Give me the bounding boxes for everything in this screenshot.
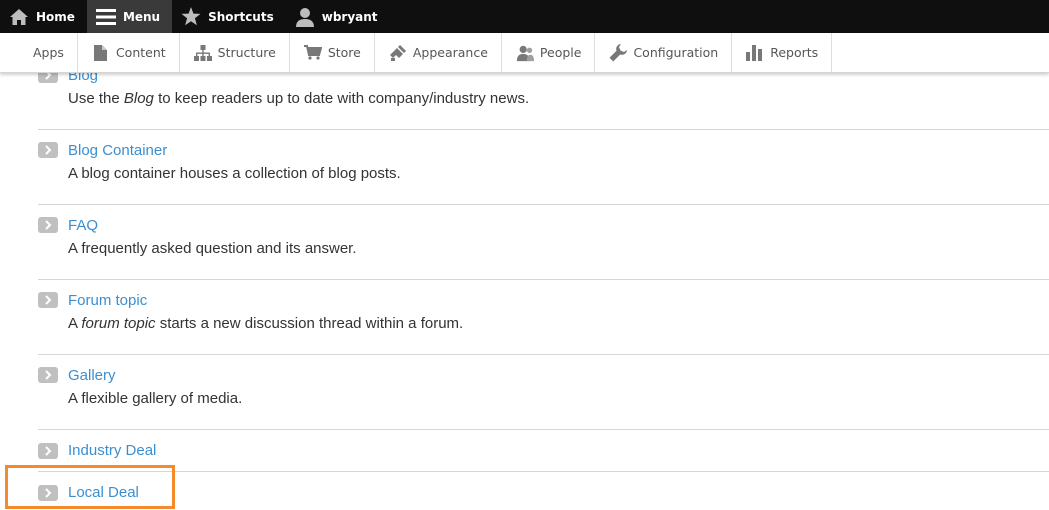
content-type-link[interactable]: Blog Container: [68, 142, 167, 159]
chevron-right-icon[interactable]: [38, 217, 58, 233]
tray-item-label: Structure: [217, 45, 276, 60]
list-item: Gallery A flexible gallery of media.: [38, 355, 1049, 430]
toolbar-menu[interactable]: Menu: [86, 0, 173, 33]
content-type-link[interactable]: Industry Deal: [68, 442, 156, 459]
content-type-description: A frequently asked question and its answ…: [68, 240, 357, 257]
tray-item-label: People: [539, 45, 582, 60]
toolbar-shortcuts[interactable]: Shortcuts: [172, 0, 286, 33]
content-type-description: A flexible gallery of media.: [68, 390, 243, 407]
tray-item-structure[interactable]: Structure: [180, 33, 290, 72]
content-type-link[interactable]: Blog: [68, 73, 98, 84]
content-type-description: A forum topic starts a new discussion th…: [68, 315, 464, 332]
sitemap-icon: [193, 44, 212, 62]
tray-item-label: Appearance: [412, 45, 488, 60]
tray-item-store[interactable]: Store: [290, 33, 375, 72]
admin-tray: Apps Content Structure Store Appearance …: [0, 33, 1049, 73]
chevron-right-icon[interactable]: [38, 442, 58, 459]
chevron-right-icon[interactable]: [38, 142, 58, 158]
star-icon: [180, 6, 202, 28]
toolbar-home-label: Home: [36, 9, 75, 24]
list-item: Blog Use the Blog to keep readers up to …: [38, 73, 1049, 130]
wrench-icon: [609, 43, 628, 62]
chevron-right-icon[interactable]: [38, 292, 58, 308]
tray-item-people[interactable]: People: [502, 33, 596, 72]
tray-item-appearance[interactable]: Appearance: [375, 33, 502, 72]
content-type-list-region: Blog Use the Blog to keep readers up to …: [0, 73, 1049, 510]
tray-item-label: Configuration: [633, 45, 719, 60]
content-type-link[interactable]: Gallery: [68, 367, 116, 384]
home-icon: [8, 6, 30, 28]
tray-item-label: Reports: [770, 45, 819, 60]
content-type-list: Blog Use the Blog to keep readers up to …: [38, 73, 1049, 510]
cart-icon: [303, 44, 322, 62]
content-type-link[interactable]: Forum topic: [68, 292, 147, 309]
tray-item-label: Store: [327, 45, 361, 60]
toolbar-user[interactable]: wbryant: [286, 0, 390, 33]
content-type-description: A blog container houses a collection of …: [68, 165, 401, 182]
list-item: Forum topic A forum topic starts a new d…: [38, 280, 1049, 355]
user-icon: [294, 6, 316, 28]
list-item: Local Deal: [38, 472, 1049, 510]
chevron-right-icon[interactable]: [38, 484, 58, 501]
chevron-right-icon[interactable]: [38, 73, 58, 83]
document-icon: [92, 44, 110, 62]
toolbar-user-label: wbryant: [321, 9, 378, 24]
tray-item-label: Apps: [33, 45, 64, 60]
list-item: Blog Container A blog container houses a…: [38, 130, 1049, 205]
tray-item-content[interactable]: Content: [78, 33, 180, 72]
toolbar-shortcuts-label: Shortcuts: [208, 9, 274, 24]
tray-item-apps[interactable]: Apps: [0, 33, 78, 72]
content-type-link[interactable]: FAQ: [68, 217, 98, 234]
list-item: Industry Deal: [38, 430, 1049, 472]
toolbar-menu-label: Menu: [122, 9, 161, 24]
tray-item-label: Content: [115, 45, 166, 60]
content-type-link[interactable]: Local Deal: [68, 484, 139, 501]
people-icon: [516, 44, 534, 62]
bar-chart-icon: [746, 44, 764, 62]
paint-brush-icon: [389, 44, 407, 62]
list-item: FAQ A frequently asked question and its …: [38, 205, 1049, 280]
admin-toolbar: Home Menu Shortcuts wbryant: [0, 0, 1049, 33]
chevron-right-icon[interactable]: [38, 367, 58, 383]
hamburger-icon: [95, 6, 117, 28]
tray-item-configuration[interactable]: Configuration: [595, 33, 733, 72]
tray-item-reports[interactable]: Reports: [732, 33, 833, 72]
content-type-description: Use the Blog to keep readers up to date …: [68, 90, 530, 107]
toolbar-home[interactable]: Home: [0, 0, 87, 33]
